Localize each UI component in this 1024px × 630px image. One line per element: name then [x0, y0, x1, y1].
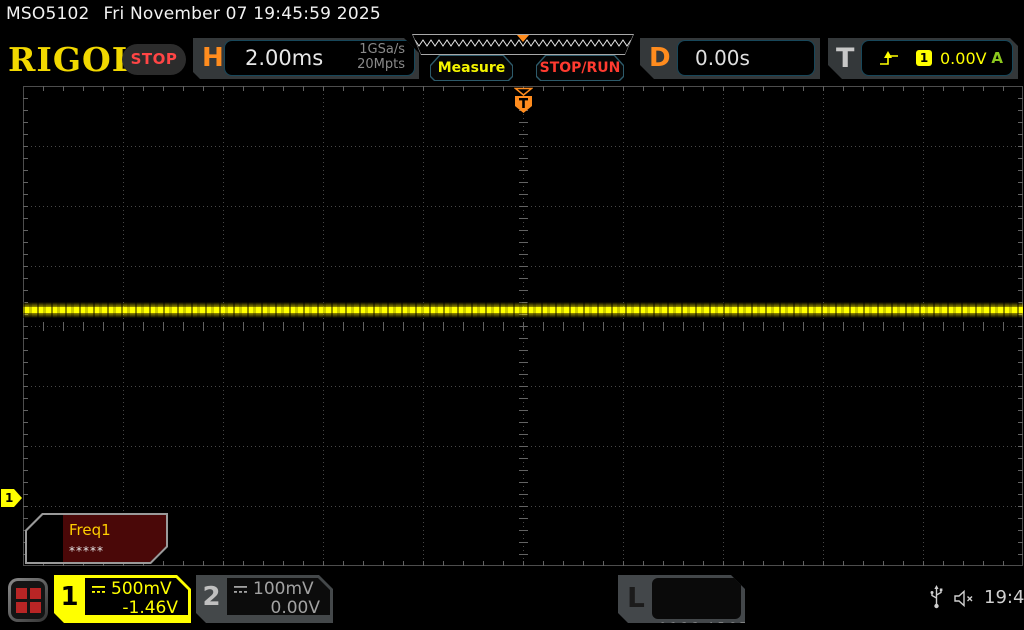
overview-trigger-position-icon: [517, 35, 529, 42]
timebase-value: 2.00ms: [245, 46, 324, 70]
acquisition-info: 1GSa/s 20Mpts: [357, 43, 414, 73]
channel-1-number: 1: [60, 582, 79, 612]
dc-coupling-icon: [233, 584, 248, 595]
trigger-level-value: 0.00V: [940, 48, 987, 68]
rigol-logo: RIGOL: [8, 40, 136, 79]
measurement-value: *****: [69, 544, 104, 558]
channel-1-badge[interactable]: 1 500mV -1.46V: [54, 575, 191, 623]
grid-lines: [23, 86, 1023, 566]
measure-button-label: Measure: [431, 56, 512, 80]
waveform-overview-bar[interactable]: [412, 34, 634, 55]
channel-2-offset: 0.00V: [270, 598, 320, 618]
speaker-muted-icon[interactable]: [953, 589, 978, 608]
logic-row-1: 0 1 2 3 4 5 6 7: [659, 619, 747, 630]
measurement-tile-freq1[interactable]: Freq1 *****: [25, 513, 168, 564]
delay-display[interactable]: 0.00s: [677, 40, 815, 76]
trigger-display[interactable]: 1 0.00V A: [861, 40, 1013, 76]
graticule: [23, 86, 1023, 566]
measure-button[interactable]: Measure: [430, 55, 513, 81]
function-navigation-button[interactable]: [8, 578, 48, 622]
channel-2-scale: 100mV: [253, 579, 314, 599]
delay-value: 0.00s: [695, 46, 750, 70]
logic-channel-list: 0 1 2 3 4 5 6 7 8 9 1011 12131415: [652, 578, 741, 619]
timebase-display[interactable]: 2.00ms 1GSa/s 20Mpts: [224, 40, 415, 76]
stop-run-button-label: STOP/RUN: [537, 56, 623, 80]
sample-rate: 1GSa/s: [359, 42, 405, 58]
delay-settings-box[interactable]: D 0.00s: [640, 38, 820, 79]
delay-label: D: [649, 43, 671, 73]
rising-edge-icon: [878, 50, 900, 67]
channel-1-offset: -1.46V: [122, 598, 178, 618]
channel-1-info: 500mV -1.46V: [85, 578, 188, 615]
logic-channels-badge[interactable]: L 0 1 2 3 4 5 6 7 8 9 1011 12131415: [618, 575, 745, 623]
trigger-sweep-mode: A: [991, 49, 1003, 67]
trace-noise: [23, 302, 1023, 318]
channel-2-number: 2: [202, 582, 221, 612]
trigger-settings-box[interactable]: T 1 0.00V A: [828, 38, 1018, 79]
channel-2-info: 100mV 0.00V: [227, 578, 330, 615]
dc-coupling-icon: [91, 584, 106, 595]
trigger-label: T: [836, 43, 855, 74]
channel-1-scale: 500mV: [111, 579, 172, 599]
measurement-name: Freq1: [69, 521, 111, 539]
run-state-badge: STOP: [122, 44, 186, 75]
trigger-position-marker[interactable]: [514, 87, 533, 114]
clock-text: 19:45: [984, 587, 1024, 608]
trigger-source-badge: 1: [916, 50, 932, 66]
memory-depth: 20Mpts: [357, 57, 405, 72]
ch1-level-marker[interactable]: 1: [1, 489, 22, 507]
ch1-waveform-trace: [23, 302, 1023, 318]
logic-label: L: [627, 581, 645, 614]
datetime-text: Fri November 07 19:45:59 2025: [103, 4, 381, 24]
stop-run-button[interactable]: STOP/RUN: [536, 55, 624, 81]
horizontal-label: H: [202, 43, 224, 73]
model-name: MSO5102: [6, 4, 90, 24]
grid-menu-icon: [11, 581, 45, 619]
oscilloscope-screen: MSO5102 Fri November 07 19:45:59 2025 RIG…: [0, 0, 1024, 630]
topbar: MSO5102 Fri November 07 19:45:59 2025: [6, 4, 381, 24]
horizontal-settings-box[interactable]: H 2.00ms 1GSa/s 20Mpts: [193, 38, 419, 79]
usb-icon: [929, 585, 944, 611]
measurement-tile-inner: Freq1 *****: [27, 515, 166, 562]
channel-2-badge[interactable]: 2 100mV 0.00V: [196, 575, 333, 623]
